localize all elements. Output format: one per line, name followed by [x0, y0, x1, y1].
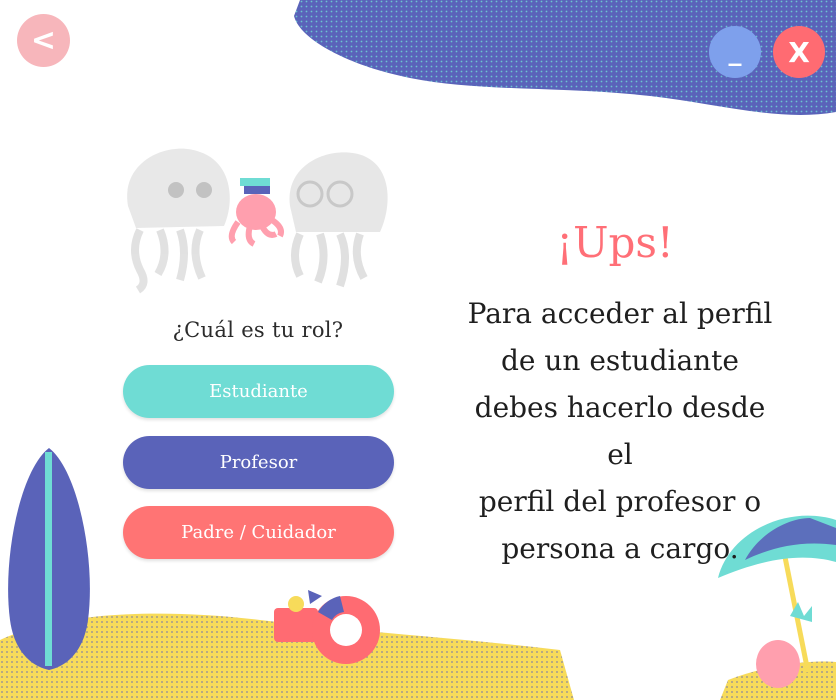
close-button[interactable]: X — [773, 26, 825, 78]
alert-message-line: de un estudiante — [500, 344, 739, 377]
surfboard-icon — [8, 448, 90, 670]
student-role-button[interactable]: Estudiante — [123, 365, 394, 418]
alert-title: ¡Ups! — [556, 218, 674, 267]
alert-message-line: persona a cargo. — [501, 532, 739, 565]
teacher-role-button[interactable]: Profesor — [123, 436, 394, 489]
minimize-button[interactable]: _ — [709, 26, 761, 78]
role-question: ¿Cuál es tu rol? — [172, 318, 344, 342]
alert-message-line: Para acceder al perfil — [467, 297, 773, 330]
jellyfish-icon — [289, 152, 388, 288]
octopus-icon — [228, 178, 284, 247]
back-button[interactable]: < — [17, 14, 70, 67]
parent-role-button[interactable]: Padre / Cuidador — [123, 506, 394, 559]
float-ring-icon — [312, 596, 380, 664]
alert-message-line: perfil del profesor o — [478, 485, 762, 518]
alert-message-line: debes hacerlo desde el — [474, 391, 766, 471]
alert-message: Para acceder al perfil de un estudiante … — [458, 290, 782, 572]
jellyfish-icon — [127, 148, 230, 294]
